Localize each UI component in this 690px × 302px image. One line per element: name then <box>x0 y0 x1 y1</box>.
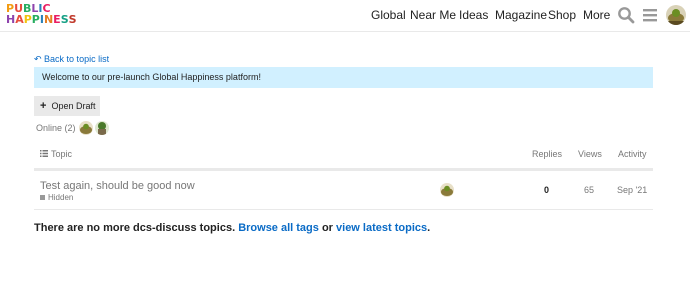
activity-date[interactable]: Sep '21 <box>617 185 647 195</box>
back-arrow-icon: ↶ <box>34 54 45 64</box>
footer-prefix: There are no more dcs-discuss topics. <box>34 222 236 234</box>
view-latest-topics-link[interactable]: view latest topics <box>336 222 427 234</box>
nav-more[interactable]: More <box>583 8 610 22</box>
welcome-banner: Welcome to our pre-launch Global Happine… <box>34 67 653 88</box>
topic-list-header: Topic Replies Views Activity <box>34 143 653 171</box>
site-logo[interactable]: PUBLIC HAPPINESS <box>6 3 77 26</box>
topic-title-link[interactable]: Test again, should be good now <box>40 180 195 192</box>
footer-or: or <box>321 222 333 234</box>
user-avatar[interactable] <box>666 5 686 25</box>
online-user-avatar[interactable] <box>95 121 109 135</box>
hamburger-menu-icon[interactable] <box>641 6 659 24</box>
back-to-topic-list-link[interactable]: ↶ Back to topic list <box>34 54 109 65</box>
logo-line-2: HAPPINESS <box>6 13 77 26</box>
search-icon[interactable] <box>617 6 635 24</box>
nav-magazine[interactable]: Magazine <box>495 8 547 22</box>
poster-avatar[interactable] <box>440 183 454 197</box>
footer-suffix: . <box>427 222 431 234</box>
tag-label: Hidden <box>48 193 74 202</box>
back-link-label: Back to topic list <box>44 54 110 64</box>
replies-count: 0 <box>544 185 550 195</box>
topic-row[interactable]: Test again, should be good now Hidden 0 … <box>34 172 653 210</box>
column-activity[interactable]: Activity <box>618 149 647 159</box>
online-users-label: Online (2) <box>36 123 76 133</box>
tag-color-square <box>40 195 45 200</box>
nav-near-me[interactable]: Near Me <box>410 8 456 22</box>
list-icon <box>40 150 48 157</box>
no-more-topics-message: There are no more dcs-discuss topics. Br… <box>34 222 430 234</box>
views-count: 65 <box>584 185 595 195</box>
topic-tag[interactable]: Hidden <box>40 193 73 202</box>
site-header: PUBLIC HAPPINESS Global Near Me Ideas Ma… <box>0 0 690 32</box>
column-topic[interactable]: Topic <box>51 149 72 159</box>
column-replies[interactable]: Replies <box>532 149 562 159</box>
open-draft-button[interactable]: + Open Draft <box>34 96 100 116</box>
open-draft-label: Open Draft <box>51 101 96 111</box>
browse-all-tags-link[interactable]: Browse all tags <box>238 222 319 234</box>
nav-shop[interactable]: Shop <box>548 8 576 22</box>
nav-ideas[interactable]: Ideas <box>459 8 488 22</box>
online-user-avatar[interactable] <box>79 121 93 135</box>
nav-global[interactable]: Global <box>371 8 406 22</box>
column-views[interactable]: Views <box>578 149 602 159</box>
plus-icon: + <box>40 99 47 112</box>
